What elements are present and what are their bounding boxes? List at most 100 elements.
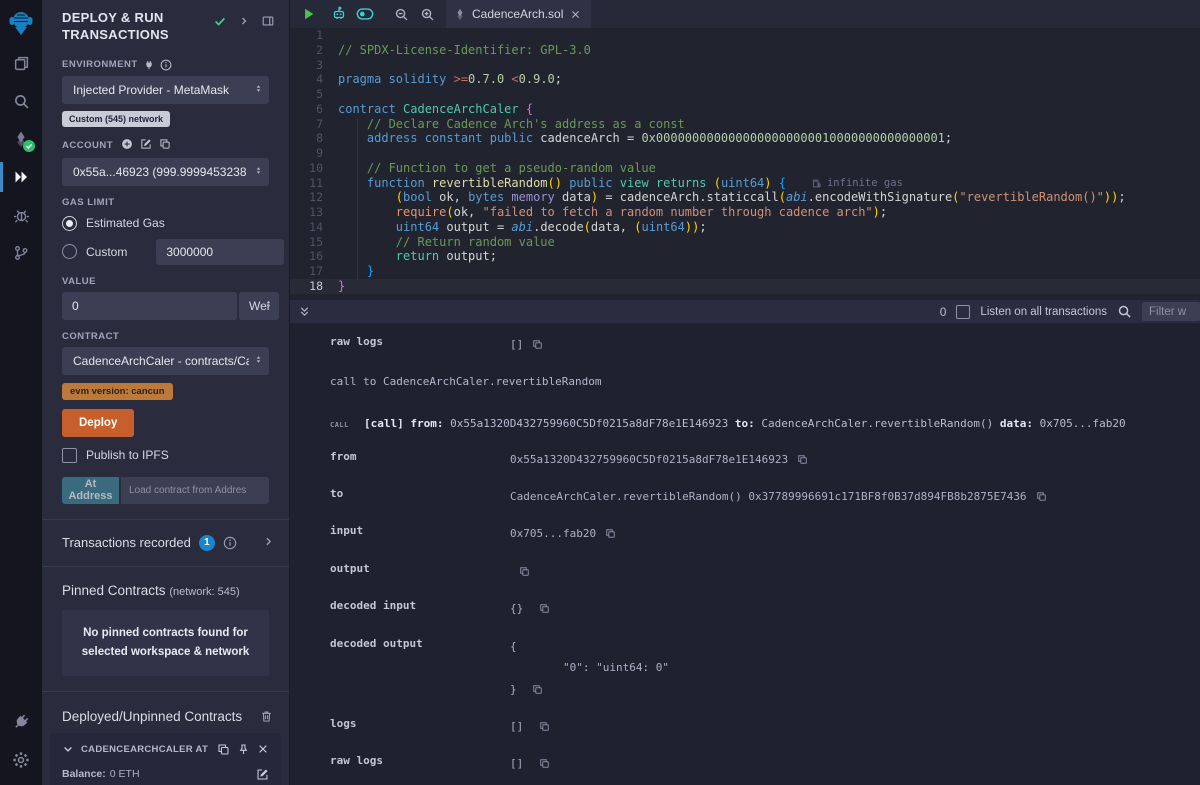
line-number: 17 bbox=[290, 264, 338, 279]
transactions-recorded-label: Transactions recorded bbox=[62, 535, 191, 550]
git-branch-icon[interactable] bbox=[0, 234, 42, 272]
ai-assistant-icon[interactable] bbox=[326, 0, 352, 28]
deploy-button[interactable]: Deploy bbox=[62, 409, 134, 437]
code-line[interactable]: 1 bbox=[290, 28, 1200, 43]
code-line[interactable]: 6contract CadenceArchCaler { bbox=[290, 102, 1200, 117]
close-icon[interactable] bbox=[257, 743, 269, 755]
remix-logo-icon[interactable] bbox=[1, 2, 41, 44]
copy-icon[interactable] bbox=[532, 339, 543, 350]
code-line[interactable]: 16 return output; bbox=[290, 249, 1200, 264]
code-line[interactable]: 18} bbox=[290, 279, 1200, 294]
chevron-updown-icon bbox=[254, 353, 263, 368]
add-account-icon[interactable] bbox=[121, 138, 133, 153]
line-number: 16 bbox=[290, 249, 338, 264]
pinned-contracts-heading: Pinned Contracts (network: 545) bbox=[42, 567, 289, 598]
code-editor[interactable]: 12// SPDX-License-Identifier: GPL-3.034p… bbox=[290, 28, 1200, 300]
environment-select[interactable]: Injected Provider - MetaMask bbox=[62, 76, 269, 104]
info-icon[interactable] bbox=[223, 536, 237, 550]
settings-icon[interactable] bbox=[0, 741, 42, 779]
zoom-in-icon[interactable] bbox=[414, 0, 440, 28]
code-line[interactable]: 4pragma solidity >=0.7.0 <0.9.0; bbox=[290, 72, 1200, 87]
copy-icon[interactable] bbox=[797, 454, 808, 465]
at-address-button[interactable]: At Address bbox=[62, 477, 119, 504]
search-icon[interactable] bbox=[1117, 304, 1132, 319]
listen-transactions-label: Listen on all transactions bbox=[980, 306, 1107, 318]
pin-panel-icon[interactable] bbox=[261, 14, 275, 33]
contract-label: CONTRACT bbox=[62, 331, 269, 342]
file-explorer-icon[interactable] bbox=[0, 44, 42, 82]
copy-icon[interactable] bbox=[532, 684, 543, 695]
info-icon[interactable] bbox=[160, 59, 172, 71]
code-line[interactable]: 5 bbox=[290, 87, 1200, 102]
code-line[interactable]: 3 bbox=[290, 58, 1200, 73]
listen-transactions-checkbox[interactable] bbox=[956, 305, 970, 319]
account-select[interactable]: 0x55a...46923 (999.9999453238 bbox=[62, 158, 269, 186]
code-line[interactable]: 10 // Function to get a pseudo-random va… bbox=[290, 161, 1200, 176]
tab-cadencearch-sol[interactable]: CadenceArch.sol bbox=[446, 0, 591, 28]
value-input[interactable] bbox=[62, 292, 237, 320]
code-line[interactable]: 12 (bool ok, bytes memory data) = cadenc… bbox=[290, 190, 1200, 205]
copy-icon[interactable] bbox=[519, 566, 530, 577]
account-label: ACCOUNT bbox=[62, 138, 269, 153]
custom-gas-input[interactable] bbox=[156, 239, 284, 265]
code-line[interactable]: 15 // Return random value bbox=[290, 235, 1200, 250]
solidity-compiler-icon[interactable] bbox=[0, 120, 42, 158]
balance-row: Balance: 0 ETH bbox=[62, 768, 269, 781]
zoom-out-icon[interactable] bbox=[388, 0, 414, 28]
line-number: 10 bbox=[290, 161, 338, 176]
code-line[interactable]: 13 require(ok, "failed to fetch a random… bbox=[290, 205, 1200, 220]
copy-icon[interactable] bbox=[539, 758, 550, 769]
code-line[interactable]: 7 // Declare Cadence Arch's address as a… bbox=[290, 117, 1200, 132]
line-number: 15 bbox=[290, 235, 338, 250]
plugin-manager-icon[interactable] bbox=[0, 703, 42, 741]
expand-terminal-icon[interactable] bbox=[298, 305, 311, 318]
panel-check-icon bbox=[213, 14, 227, 33]
search-icon[interactable] bbox=[0, 82, 42, 120]
line-number: 1 bbox=[290, 28, 338, 43]
copy-icon[interactable] bbox=[605, 528, 616, 539]
estimated-gas-radio[interactable] bbox=[62, 216, 77, 231]
code-line[interactable]: 2// SPDX-License-Identifier: GPL-3.0 bbox=[290, 43, 1200, 58]
terminal-text-row: call to CadenceArchCaler.revertibleRando… bbox=[330, 374, 1190, 391]
terminal-filter-input[interactable] bbox=[1142, 302, 1200, 321]
run-script-icon[interactable] bbox=[296, 0, 322, 28]
edit-icon[interactable] bbox=[256, 768, 269, 781]
panel-forward-icon[interactable] bbox=[238, 14, 250, 33]
code-lines: 12// SPDX-License-Identifier: GPL-3.034p… bbox=[290, 28, 1200, 294]
code-line[interactable]: 17 } bbox=[290, 264, 1200, 279]
at-address-input[interactable] bbox=[121, 477, 269, 504]
terminal-kv-row: logs[] bbox=[330, 716, 1190, 737]
gas-limit-label: GAS LIMIT bbox=[62, 197, 269, 208]
copy-icon[interactable] bbox=[217, 743, 230, 756]
plug-icon[interactable] bbox=[144, 60, 154, 70]
code-line[interactable]: 9 bbox=[290, 146, 1200, 161]
copilot-toggle-icon[interactable] bbox=[352, 0, 378, 28]
code-line[interactable]: 11 function revertibleRandom() public vi… bbox=[290, 176, 1200, 191]
value-unit-select[interactable]: Wei bbox=[239, 292, 279, 320]
compiled-check-icon bbox=[23, 140, 35, 152]
chevron-down-icon[interactable] bbox=[62, 743, 74, 755]
evm-version-badge: evm version: cancun bbox=[62, 383, 173, 400]
custom-gas-label: Custom bbox=[86, 245, 127, 259]
pin-icon[interactable] bbox=[237, 743, 250, 756]
sign-message-icon[interactable] bbox=[140, 138, 152, 153]
trash-icon[interactable] bbox=[260, 710, 273, 723]
gas-estimate-annotation: infinite gas bbox=[812, 176, 903, 191]
custom-gas-radio[interactable] bbox=[62, 244, 77, 259]
indent-guide bbox=[357, 118, 358, 279]
copy-account-icon[interactable] bbox=[159, 138, 171, 153]
transactions-recorded-row[interactable]: Transactions recorded 1 bbox=[42, 520, 289, 566]
copy-icon[interactable] bbox=[539, 721, 550, 732]
deploy-run-icon[interactable] bbox=[0, 158, 42, 196]
contract-select[interactable]: CadenceArchCaler - contracts/Cac bbox=[62, 347, 269, 375]
chevron-right-icon[interactable] bbox=[262, 535, 275, 551]
copy-icon[interactable] bbox=[539, 603, 550, 614]
debugger-icon[interactable] bbox=[0, 196, 42, 234]
publish-ipfs-checkbox[interactable] bbox=[62, 448, 77, 463]
close-tab-icon[interactable] bbox=[570, 9, 581, 20]
copy-icon[interactable] bbox=[1036, 491, 1047, 502]
code-line[interactable]: 8 address constant public cadenceArch = … bbox=[290, 131, 1200, 146]
line-number: 4 bbox=[290, 72, 338, 87]
code-line[interactable]: 14 uint64 output = abi.decode(data, (uin… bbox=[290, 220, 1200, 235]
line-number: 12 bbox=[290, 190, 338, 205]
